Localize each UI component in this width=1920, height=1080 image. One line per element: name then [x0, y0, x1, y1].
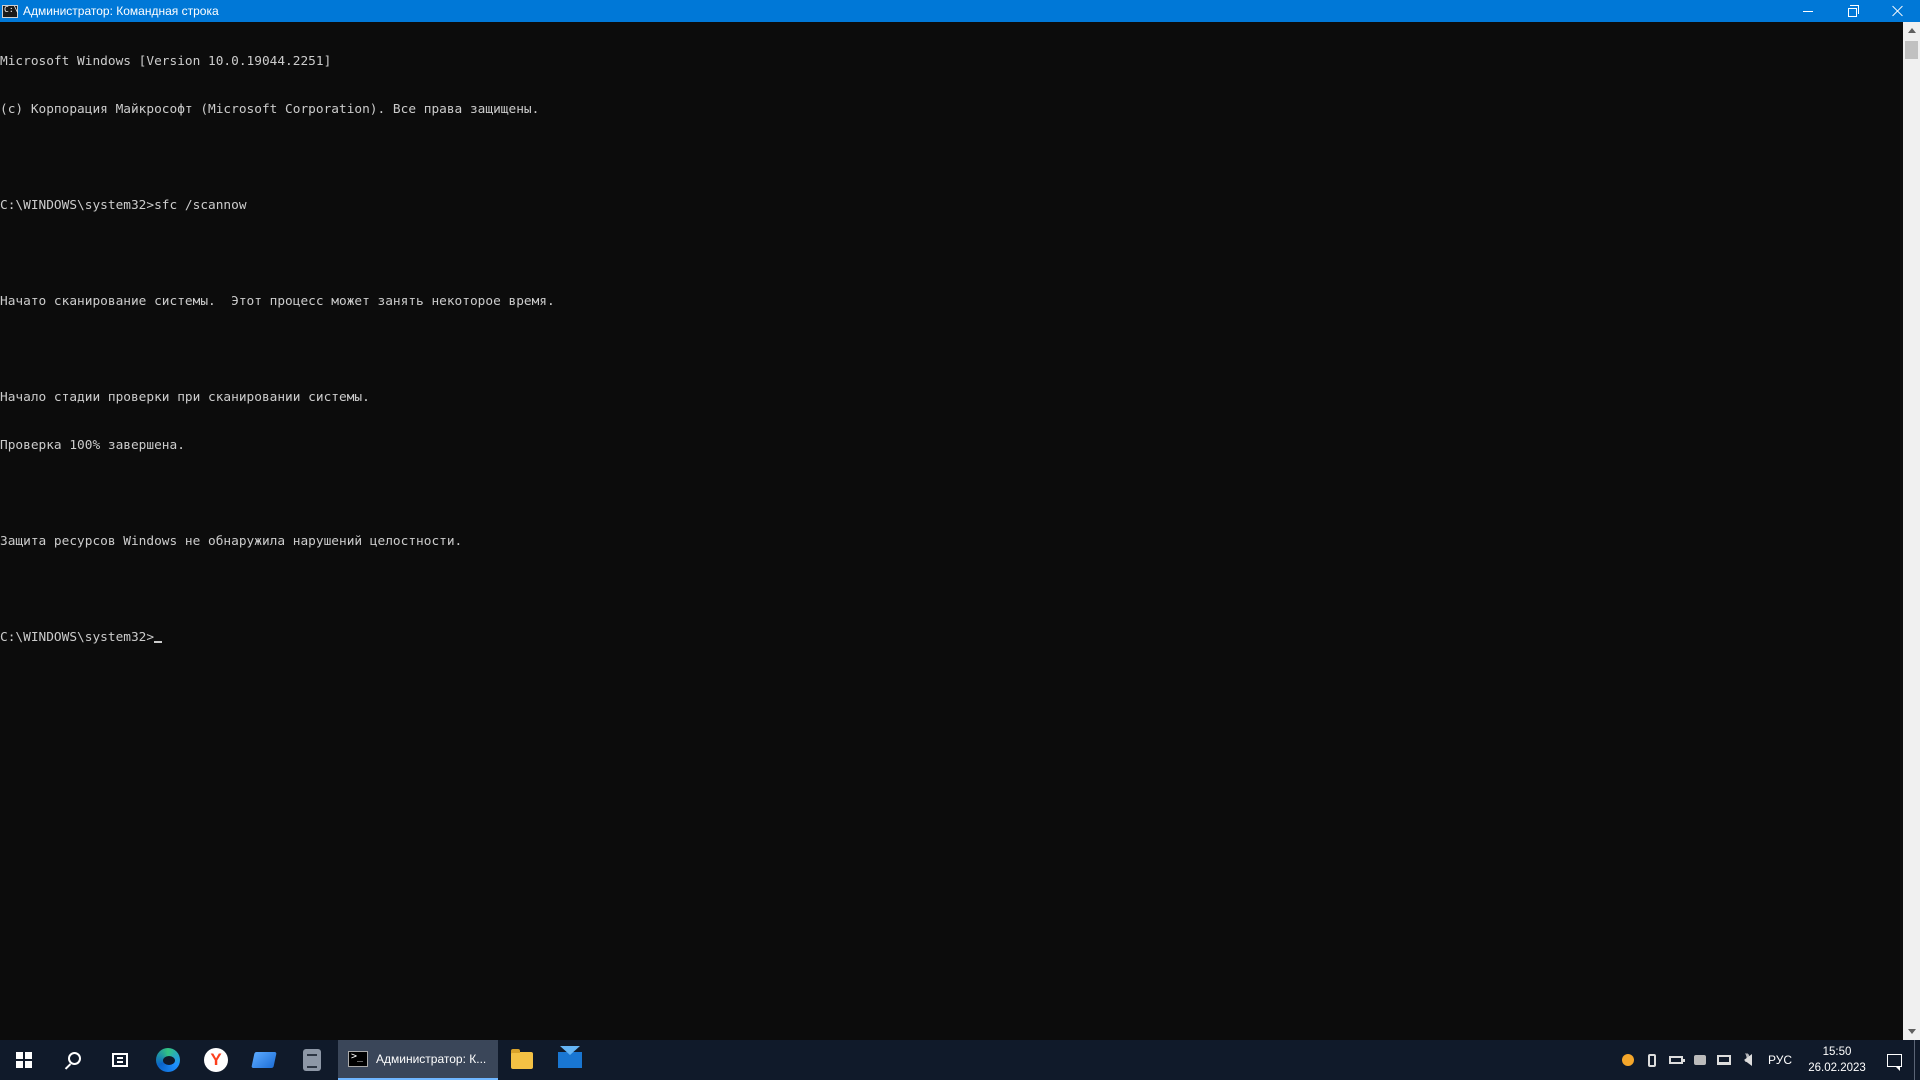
file-explorer-taskbar-button[interactable] — [498, 1040, 546, 1080]
close-icon — [1892, 5, 1904, 17]
console-line: C:\WINDOWS\system32>sfc /scannow — [0, 198, 1903, 214]
console-prompt: C:\WINDOWS\system32> — [0, 630, 154, 645]
volume-tray-button[interactable] — [1736, 1040, 1760, 1080]
scroll-down-button[interactable] — [1903, 1023, 1920, 1040]
console-line — [0, 582, 1903, 598]
printer-tray-button[interactable] — [1688, 1040, 1712, 1080]
battery-icon — [1669, 1056, 1683, 1064]
battery-tray-button[interactable] — [1664, 1040, 1688, 1080]
restore-button[interactable] — [1830, 0, 1875, 22]
chevron-down-icon — [1908, 1029, 1916, 1034]
text-cursor — [154, 641, 162, 643]
task-view-button[interactable] — [96, 1040, 144, 1080]
console-line — [0, 342, 1903, 358]
console-line: Проверка 100% завершена. — [0, 438, 1903, 454]
close-button[interactable] — [1875, 0, 1920, 22]
cmd-icon — [348, 1051, 368, 1067]
active-task-label: Администратор: К... — [376, 1052, 486, 1066]
console-line: Защита ресурсов Windows не обнаружила на… — [0, 534, 1903, 550]
restore-icon — [1848, 8, 1857, 17]
console-line: (c) Корпорация Майкрософт (Microsoft Cor… — [0, 102, 1903, 118]
system-tray: РУС 15:50 26.02.2023 — [1616, 1040, 1920, 1080]
action-center-button[interactable] — [1874, 1040, 1914, 1080]
cmd-taskbar-button[interactable]: Администратор: К... — [338, 1040, 498, 1080]
start-button[interactable] — [0, 1040, 48, 1080]
input-language[interactable]: РУС — [1760, 1040, 1800, 1080]
cmd-app-icon[interactable] — [2, 5, 18, 18]
file-explorer-icon — [511, 1052, 533, 1069]
network-tray-button[interactable] — [1712, 1040, 1736, 1080]
security-icon — [1622, 1054, 1634, 1066]
search-icon — [68, 1052, 81, 1065]
chevron-up-icon — [1908, 28, 1916, 33]
notification-icon — [1887, 1054, 1902, 1067]
volume-icon — [1744, 1054, 1752, 1066]
console-line: Microsoft Windows [Version 10.0.19044.22… — [0, 54, 1903, 70]
windows-start-icon — [16, 1052, 32, 1068]
console-prompt-line[interactable]: C:\WINDOWS\system32> — [0, 630, 1903, 646]
taskbar: Y Администратор: К... РУС 15:50 26.02.20… — [0, 1040, 1920, 1080]
console-line — [0, 150, 1903, 166]
window-title: Администратор: Командная строка — [23, 0, 219, 22]
console-line: Начато сканирование системы. Этот процес… — [0, 294, 1903, 310]
console-line — [0, 486, 1903, 502]
minimize-icon — [1803, 11, 1813, 12]
clock[interactable]: 15:50 26.02.2023 — [1800, 1044, 1874, 1076]
app-taskbar-button[interactable] — [240, 1040, 288, 1080]
mail-taskbar-button[interactable] — [546, 1040, 594, 1080]
yandex-browser-icon: Y — [204, 1048, 228, 1072]
command-prompt-window: Администратор: Командная строка Microsof… — [0, 0, 1920, 1040]
scrollbar-thumb[interactable] — [1905, 41, 1918, 59]
task-view-icon — [112, 1053, 128, 1067]
vertical-scrollbar[interactable] — [1903, 22, 1920, 1040]
archive-taskbar-button[interactable] — [288, 1040, 336, 1080]
security-tray-button[interactable] — [1616, 1040, 1640, 1080]
archive-icon — [303, 1049, 321, 1071]
console-line: Начало стадии проверки при сканировании … — [0, 390, 1903, 406]
network-icon — [1717, 1055, 1731, 1065]
printer-icon — [1694, 1055, 1706, 1065]
search-button[interactable] — [48, 1040, 96, 1080]
minimize-button[interactable] — [1785, 0, 1830, 22]
usb-icon — [1648, 1054, 1656, 1067]
edge-icon — [156, 1048, 180, 1072]
window-controls — [1785, 0, 1920, 22]
clock-time: 15:50 — [1823, 1044, 1852, 1060]
show-desktop-button[interactable] — [1914, 1040, 1920, 1080]
mail-icon — [558, 1052, 582, 1068]
edge-taskbar-button[interactable] — [144, 1040, 192, 1080]
console-line — [0, 246, 1903, 262]
scroll-up-button[interactable] — [1903, 22, 1920, 39]
title-bar[interactable]: Администратор: Командная строка — [0, 0, 1920, 22]
usb-tray-button[interactable] — [1640, 1040, 1664, 1080]
app-icon — [251, 1052, 276, 1068]
clock-date: 26.02.2023 — [1808, 1060, 1866, 1076]
yandex-taskbar-button[interactable]: Y — [192, 1040, 240, 1080]
console-output[interactable]: Microsoft Windows [Version 10.0.19044.22… — [0, 22, 1903, 1040]
